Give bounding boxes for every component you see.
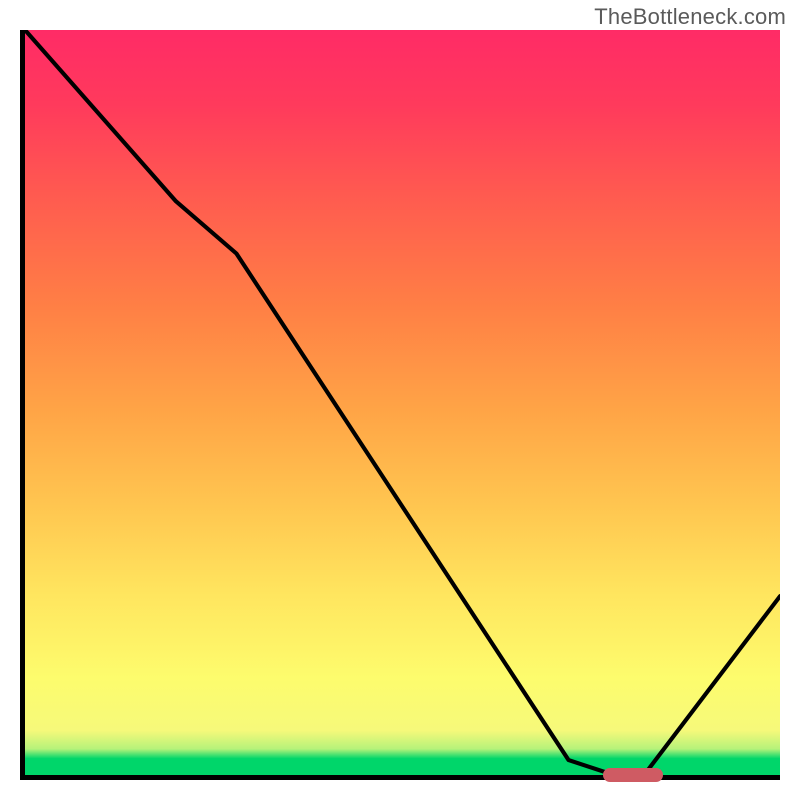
watermark-text: TheBottleneck.com — [594, 4, 786, 30]
chart-line-svg — [25, 30, 780, 775]
bottleneck-curve-path — [25, 30, 780, 775]
chart-plot-area — [20, 30, 780, 780]
optimal-range-marker — [603, 768, 664, 782]
